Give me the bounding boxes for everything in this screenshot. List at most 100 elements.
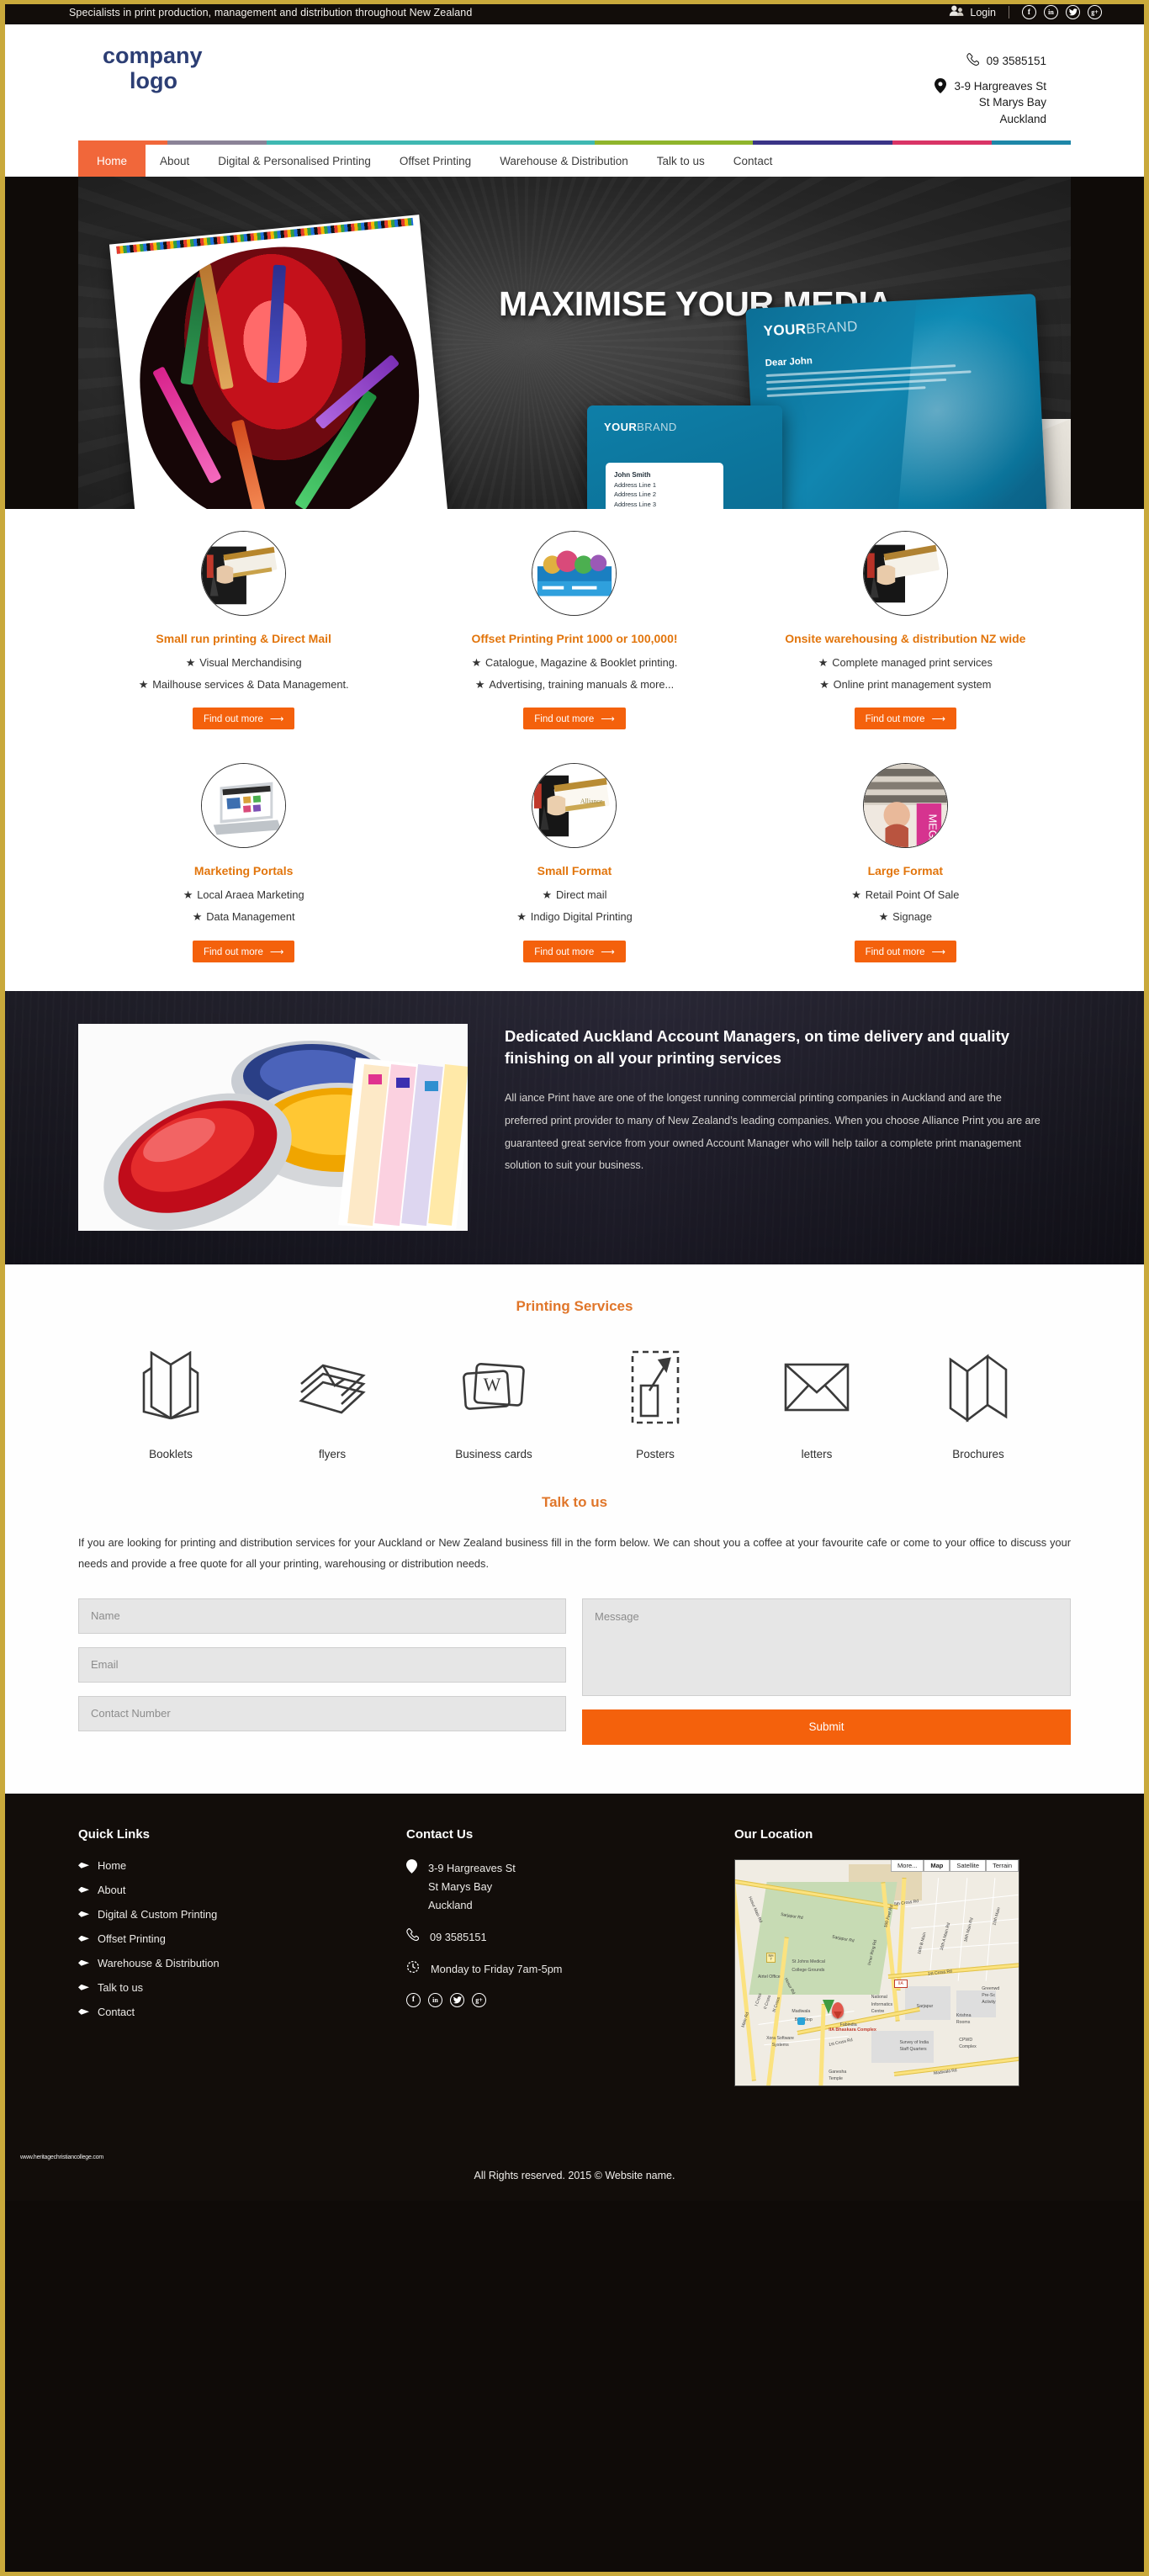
star-icon: ★: [878, 909, 889, 923]
map-control-satellite[interactable]: Satellite: [950, 1859, 987, 1872]
logo-line-1: company: [103, 43, 203, 68]
linkedin-icon[interactable]: in: [1044, 5, 1058, 19]
services-row-1: Small run printing & Direct Mail ★ Visual …: [78, 531, 1071, 730]
nav-item-contact[interactable]: Contact: [719, 145, 787, 177]
service-label: Business cards: [455, 1447, 532, 1460]
service-card: Offset Printing Print 1000 or 100,000! ★ C…: [409, 531, 739, 730]
service-bullet: ★ Mailhouse services & Data Management.: [138, 677, 349, 691]
submit-button[interactable]: Submit: [582, 1709, 1071, 1745]
business-card-icon: W: [431, 1349, 557, 1426]
map-label: Rooms: [956, 2019, 971, 2025]
laptop-photo[interactable]: [201, 763, 287, 849]
footer-quick-link[interactable]: Warehouse & Distribution: [78, 1957, 406, 1969]
service-item-posters[interactable]: Posters: [592, 1349, 718, 1460]
nav-item-about[interactable]: About: [146, 145, 204, 177]
login-button[interactable]: Login: [949, 4, 996, 21]
map-label: Ganesha: [829, 2069, 847, 2075]
booklet-icon: [108, 1349, 234, 1426]
facebook-icon[interactable]: f: [406, 1992, 421, 2007]
service-bullet: ★ Data Management: [192, 909, 295, 923]
service-label: Booklets: [149, 1447, 193, 1460]
talk-to-us-title: Talk to us: [541, 1493, 608, 1510]
find-out-more-button[interactable]: Find out more ⟶: [854, 940, 957, 962]
google-plus-icon[interactable]: g+: [1088, 5, 1102, 19]
footer-quick-link[interactable]: Digital & Custom Printing: [78, 1908, 406, 1921]
message-textarea[interactable]: Message: [582, 1598, 1071, 1696]
star-icon: ★: [516, 909, 527, 923]
find-out-more-button[interactable]: Find out more ⟶: [854, 708, 957, 730]
hero-address-line-2: Address Line 2: [614, 490, 657, 499]
service-card-title: Onsite warehousing & distribution NZ wid…: [785, 632, 1026, 645]
footer-quick-link[interactable]: Contact: [78, 2006, 406, 2018]
page-root: Specialists in print production, managem…: [0, 0, 1149, 2201]
arrow-right-icon: ⟶: [269, 946, 284, 957]
map-label: 1st Cross Rd: [828, 2038, 854, 2049]
footer-address-row: 3-9 Hargreaves St St Marys Bay Auckland: [406, 1858, 734, 1915]
map-bus-icon: [797, 2017, 806, 2026]
direct-mail-photo[interactable]: [201, 531, 287, 616]
map-marker-label: IIA Bhaskara Complex: [829, 2027, 876, 2033]
footer-quick-link[interactable]: Talk to us: [78, 1981, 406, 1994]
service-bullet: ★ Local Araea Marketing: [183, 888, 304, 902]
find-out-more-button[interactable]: Find out more ⟶: [192, 708, 295, 730]
nav-item-talk-to-us[interactable]: Talk to us: [643, 145, 719, 177]
twitter-icon[interactable]: [1066, 5, 1080, 19]
map-control-terrain[interactable]: Terrain: [986, 1859, 1019, 1872]
facebook-icon[interactable]: f: [1022, 5, 1036, 19]
map-label: Fabindia: [839, 2022, 857, 2027]
nav-item-home[interactable]: Home: [78, 145, 146, 177]
frame-top-border: [0, 0, 1149, 4]
hero-banner[interactable]: MAXIMISE YOUR MEDIA YOURBRAND Dear John …: [78, 177, 1071, 509]
footer-quick-link[interactable]: Home: [78, 1859, 406, 1872]
site-logo[interactable]: company logo: [103, 43, 203, 93]
footer-phone-row[interactable]: 09 3585151: [406, 1927, 734, 1947]
find-out-more-button[interactable]: Find out more ⟶: [523, 940, 626, 962]
contact-form-section: Talk to us If you are looking for printi…: [0, 1481, 1149, 1794]
header-phone-row[interactable]: 09 3585151: [935, 53, 1046, 71]
offset-catalogue-photo[interactable]: [532, 531, 617, 616]
frame-right-border: [1144, 0, 1149, 2576]
find-out-more-button[interactable]: Find out more ⟶: [523, 708, 626, 730]
site-header: company logo 09 3585151 3-9 Hargreaves S…: [0, 24, 1149, 140]
map-road: [905, 1894, 1019, 1908]
map-control-more[interactable]: More...: [891, 1859, 924, 1872]
name-input[interactable]: Name: [78, 1598, 566, 1634]
linkedin-icon[interactable]: in: [428, 1992, 442, 2007]
nav-item-offset-printing[interactable]: Offset Printing: [385, 145, 485, 177]
map-label: 16th B Main: [916, 1932, 928, 1955]
google-plus-icon[interactable]: g+: [472, 1992, 486, 2007]
poster-icon: [592, 1349, 718, 1426]
service-item-business-cards[interactable]: W Business cards: [431, 1349, 557, 1460]
quick-links-title: Quick Links: [78, 1826, 151, 1842]
warehouse-photo[interactable]: [862, 531, 948, 616]
service-item-flyers[interactable]: flyers: [269, 1349, 395, 1460]
service-item-brochures[interactable]: Brochures: [915, 1349, 1041, 1460]
phone-icon: [406, 1927, 420, 1947]
main-navigation-wrapper: Home About Digital & Personalised Printing…: [0, 140, 1149, 177]
footer-quick-link[interactable]: About: [78, 1884, 406, 1896]
twitter-icon[interactable]: [450, 1992, 464, 2007]
nav-item-digital-personalised-printing[interactable]: Digital & Personalised Printing: [204, 145, 385, 177]
email-input[interactable]: Email: [78, 1646, 566, 1683]
footer-quick-link[interactable]: Offset Printing: [78, 1932, 406, 1945]
main-navigation: Home About Digital & Personalised Printing…: [78, 145, 1071, 177]
contact-number-input[interactable]: Contact Number: [78, 1695, 566, 1731]
small-format-photo[interactable]: Alliance: [532, 763, 617, 849]
clock-icon: [406, 1960, 420, 1980]
map-label: Centre: [871, 2008, 885, 2014]
user-icon: [949, 4, 965, 21]
footer-quick-links: Quick Links Home About Digital & Custom Pr…: [78, 1827, 406, 2086]
location-map[interactable]: More... Map Satellite Terrain NH 7 Hosur…: [734, 1858, 1019, 2086]
service-label: Brochures: [952, 1447, 1004, 1460]
map-label: Krishna: [956, 2012, 972, 2018]
service-card: Onsite warehousing & distribution NZ wid…: [740, 531, 1071, 730]
map-control-map[interactable]: Map: [924, 1859, 950, 1872]
nav-item-warehouse-distribution[interactable]: Warehouse & Distribution: [485, 145, 643, 177]
service-bullet: ★ Catalogue, Magazine & Booklet printing.: [471, 656, 678, 669]
find-out-more-button[interactable]: Find out more ⟶: [192, 940, 295, 962]
hero-pencils-photo: [109, 215, 452, 509]
large-format-photo[interactable]: MEGA: [862, 763, 948, 849]
service-item-booklets[interactable]: Booklets: [108, 1349, 234, 1460]
bullet-arrow-icon: [78, 1886, 89, 1893]
service-item-letters[interactable]: letters: [754, 1349, 880, 1460]
